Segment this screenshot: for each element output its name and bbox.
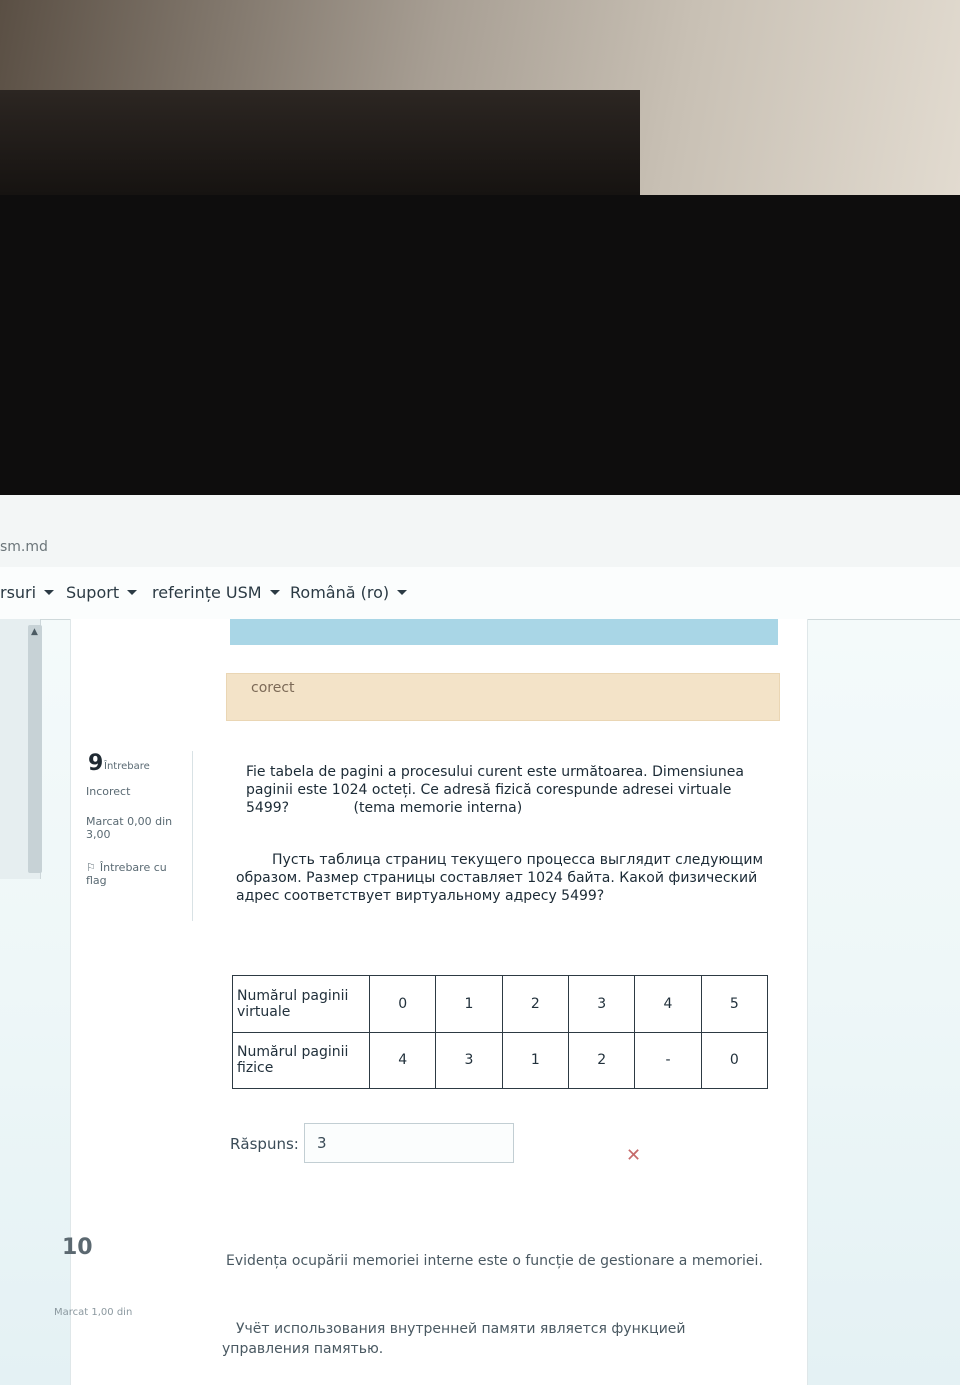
- nav-item-label: rsuri: [0, 583, 37, 602]
- answer-label: Răspuns:: [230, 1135, 299, 1153]
- table-cell: 3: [435, 1031, 503, 1089]
- browser-address-bar[interactable]: sm.md: [0, 495, 960, 568]
- previous-question-panel: [230, 619, 778, 645]
- table-cell: -: [634, 1031, 702, 1089]
- table-cell: 2: [567, 1031, 636, 1089]
- flag-icon: ⚐: [86, 861, 96, 874]
- site-navbar: rsuri Suport referințe USM Română (ro): [0, 567, 960, 620]
- chevron-down-icon: [44, 590, 55, 595]
- question-text-ro: Fie tabela de pagini a procesului curent…: [246, 763, 756, 817]
- question-mark: Marcat 0,00 din 3,00: [86, 815, 173, 841]
- page-table: Numărul paginii virtuale 0 1 2 3 4 5 Num…: [232, 975, 769, 1089]
- chevron-down-icon: [127, 590, 138, 595]
- table-row-header: Numărul paginii fizice: [232, 1031, 370, 1089]
- table-row: Numărul paginii virtuale 0 1 2 3 4 5: [232, 975, 769, 1033]
- nav-item-label: Suport: [66, 583, 120, 602]
- flag-label: Întrebare cu flag: [86, 861, 167, 887]
- table-cell: 5: [700, 975, 769, 1033]
- screen: sm.md rsuri Suport referințe USM Română …: [0, 495, 960, 1385]
- table-cell: 4: [368, 1031, 437, 1089]
- question-mark: Marcat 1,00 din: [54, 1307, 133, 1318]
- nav-item-suport[interactable]: Suport: [66, 583, 138, 602]
- nav-item-referinte[interactable]: referințe USM: [152, 583, 280, 602]
- question-text-ru: Учёт использования внутренней памяти явл…: [222, 1321, 686, 1357]
- scroll-up-icon[interactable]: ▲: [31, 627, 38, 637]
- nav-item-label: referințe USM: [152, 583, 262, 602]
- table-cell: 2: [501, 975, 569, 1033]
- chevron-down-icon: [397, 590, 408, 595]
- question-status: Incorect: [86, 785, 131, 798]
- table-cell: 0: [700, 1031, 769, 1089]
- question-label: Întrebare: [104, 761, 150, 772]
- question-number: 10: [62, 1235, 93, 1260]
- feedback-text: corect: [251, 680, 295, 696]
- flag-question-button[interactable]: ⚐ Întrebare cu flag: [86, 861, 186, 887]
- answer-input[interactable]: 3: [304, 1123, 514, 1163]
- scrollbar[interactable]: [28, 625, 42, 873]
- nav-item-cursuri[interactable]: rsuri: [0, 583, 55, 602]
- url-text: sm.md: [0, 539, 48, 555]
- table-cell: 4: [634, 975, 702, 1033]
- table-cell: 3: [567, 975, 636, 1033]
- question-topic-tag: (tema memorie interna): [353, 800, 523, 816]
- table-cell: 1: [435, 975, 503, 1033]
- chevron-down-icon: [269, 590, 280, 595]
- feedback-box: corect: [226, 673, 780, 721]
- table-cell: 0: [368, 975, 437, 1033]
- background-shelf: [0, 90, 640, 200]
- question-info: 9 Întrebare Incorect Marcat 0,00 din 3,0…: [82, 751, 193, 921]
- question-text-ru: Пусть таблица страниц текущего процесса …: [236, 852, 764, 904]
- question-number: 9: [88, 751, 104, 776]
- nav-item-label: Română (ro): [290, 583, 390, 602]
- table-row-header: Numărul paginii virtuale: [232, 975, 370, 1033]
- incorrect-icon: ✕: [626, 1145, 642, 1166]
- monitor-bezel: sm.md rsuri Suport referințe USM Română …: [0, 195, 960, 1385]
- table-row: Numărul paginii fizice 4 3 1 2 - 0: [232, 1031, 769, 1089]
- table-cell: 1: [501, 1031, 569, 1089]
- nav-item-language[interactable]: Română (ro): [290, 583, 408, 602]
- question-text-ro: Evidența ocupării memoriei interne este …: [226, 1253, 763, 1269]
